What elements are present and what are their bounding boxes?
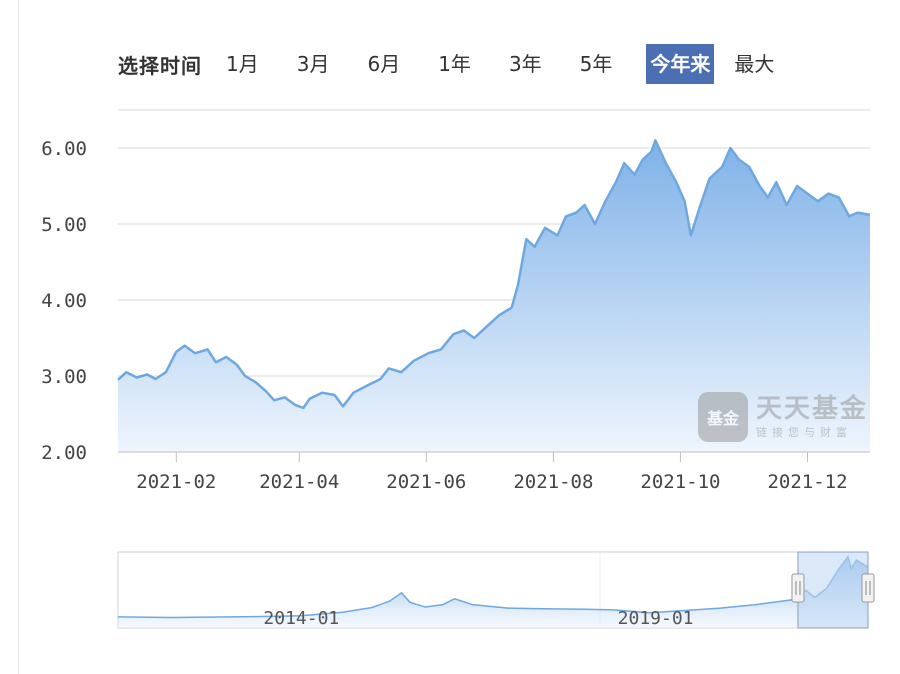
- navigator-tick-label: 2019-01: [618, 608, 694, 629]
- navigator-handle-right[interactable]: [861, 573, 875, 603]
- range-navigator[interactable]: 2014-01 2019-01: [0, 540, 900, 650]
- navigator-selection[interactable]: [797, 551, 869, 629]
- watermark-name: 天天基金: [756, 394, 869, 424]
- x-tick-label: 2021-08: [513, 471, 593, 493]
- range-button-5y[interactable]: 5年: [576, 44, 617, 84]
- range-button-3m[interactable]: 3月: [293, 44, 334, 84]
- range-button-max[interactable]: 最大: [730, 44, 778, 84]
- range-selector: 选择时间 1月 3月 6月 1年 3年 5年 今年来 最大: [118, 44, 778, 84]
- y-tick-label: 6.00: [41, 138, 87, 160]
- range-button-1y[interactable]: 1年: [434, 44, 475, 84]
- navigator-tick-label: 2014-01: [263, 608, 339, 629]
- x-tick-label: 2021-10: [640, 471, 720, 493]
- range-button-3y[interactable]: 3年: [505, 44, 546, 84]
- y-tick-label: 3.00: [41, 366, 87, 388]
- range-selector-label: 选择时间: [118, 53, 202, 78]
- x-tick-label: 2021-06: [386, 471, 466, 493]
- x-tick-label: 2021-12: [767, 471, 847, 493]
- nav-area-chart: 2.00 3.00 4.00 5.00 6.00 2021-02 2021-04 2021-0…: [41, 109, 871, 493]
- range-button-6m[interactable]: 6月: [363, 44, 404, 84]
- watermark-logo-icon: 基金: [698, 392, 748, 442]
- y-tick-label: 4.00: [41, 290, 87, 312]
- x-tick-label: 2021-02: [136, 471, 216, 493]
- navigator-handle-left[interactable]: [791, 573, 805, 603]
- y-tick-label: 2.00: [41, 442, 87, 464]
- range-button-ytd[interactable]: 今年来: [646, 44, 715, 84]
- watermark-slogan: 链接您与财富: [756, 426, 852, 439]
- range-button-1m[interactable]: 1月: [222, 44, 263, 84]
- x-tick-label: 2021-04: [259, 471, 339, 493]
- watermark: 基金 天天基金 链接您与财富: [698, 392, 868, 442]
- y-tick-label: 5.00: [41, 214, 87, 236]
